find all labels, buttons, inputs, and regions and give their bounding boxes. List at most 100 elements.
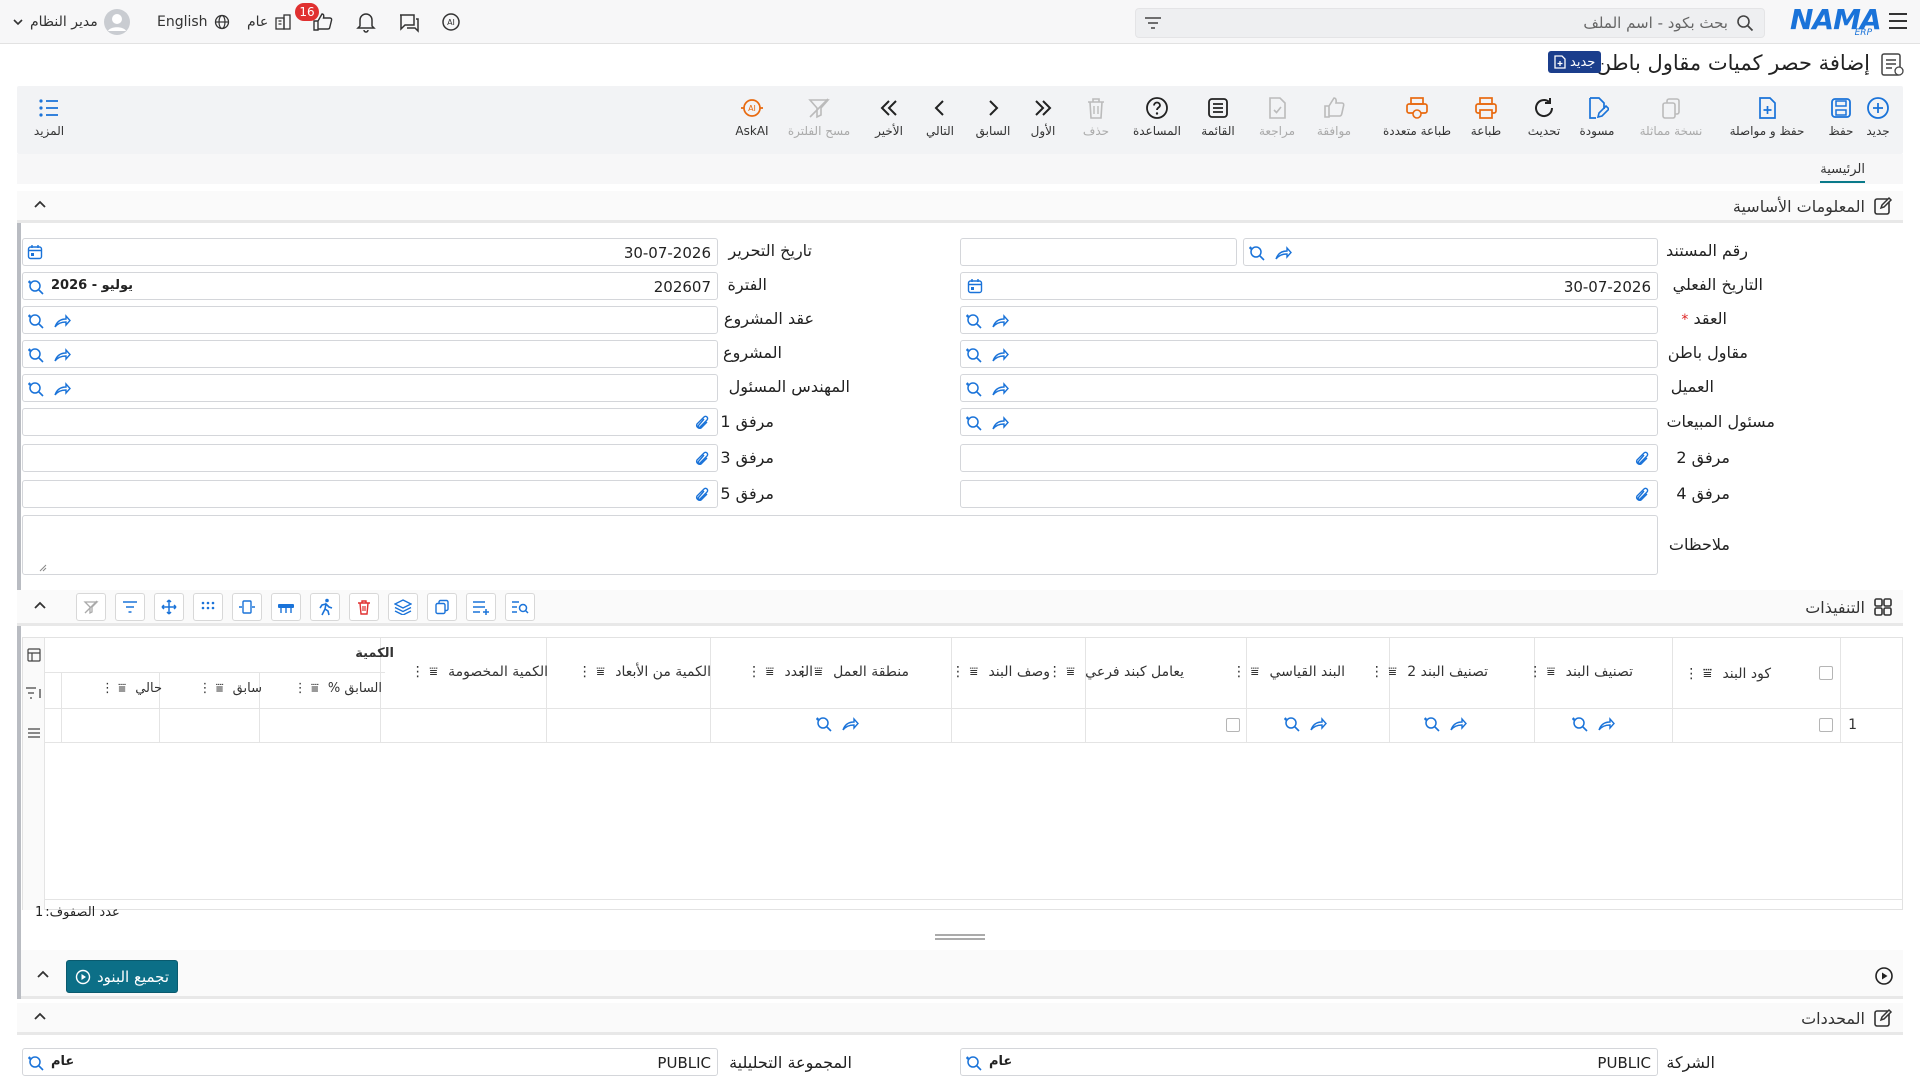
column-filter-icon[interactable]: ⩸ [1547, 664, 1556, 680]
nama-logo[interactable]: NAMA ERP [1790, 5, 1882, 39]
attach1-input[interactable] [22, 408, 718, 436]
clear-filter-button[interactable]: مسح الفلترة [784, 86, 854, 154]
project-contract-input[interactable] [22, 306, 718, 334]
column-menu-icon[interactable]: ⋮ [1370, 664, 1384, 680]
collapse-chevron-icon[interactable] [33, 1011, 47, 1021]
bell-icon[interactable] [356, 11, 376, 33]
share-arrow-icon[interactable] [991, 414, 1009, 432]
paperclip-icon[interactable] [693, 414, 711, 432]
search-field[interactable] [1135, 8, 1765, 38]
scope-switch[interactable]: عام [247, 10, 292, 34]
search-lookup-icon[interactable] [27, 380, 45, 398]
col-header-item-code[interactable]: كود البند ⩸ ⋮ [1684, 664, 1771, 682]
search-lookup-icon[interactable] [1248, 244, 1266, 262]
share-arrow-icon[interactable] [53, 346, 71, 364]
search-lookup-icon[interactable] [1283, 715, 1301, 733]
language-switch[interactable]: English [157, 10, 230, 34]
paperclip-icon[interactable] [1633, 450, 1651, 468]
column-menu-icon[interactable]: ⋮ [1232, 664, 1246, 680]
select-all-checkbox[interactable] [1819, 666, 1833, 680]
column-menu-icon[interactable]: ⋮ [411, 664, 425, 680]
ai-assistant-icon[interactable]: AI [440, 11, 462, 33]
more-button[interactable]: المزيد [26, 86, 72, 154]
column-menu-icon[interactable]: ⋮ [747, 664, 761, 680]
row-checkbox[interactable] [1819, 718, 1833, 732]
group-items-button[interactable]: تجميع البنود [66, 960, 179, 993]
column-filter-icon[interactable]: ⩸ [311, 681, 319, 696]
delete-button[interactable]: حذف [1076, 86, 1116, 154]
attach3-input[interactable] [22, 444, 718, 472]
subcontractor-input[interactable] [960, 340, 1658, 368]
doc-number-input[interactable] [1243, 238, 1658, 266]
tab-main[interactable]: الرئيسية [1820, 162, 1865, 183]
first-button[interactable]: الأول [1023, 86, 1063, 154]
grid-columns-button[interactable] [271, 593, 301, 621]
grid-search-button[interactable] [505, 593, 535, 621]
column-filter-icon[interactable]: ⩸ [814, 664, 823, 680]
column-filter-icon[interactable]: ⩸ [1703, 664, 1712, 682]
col-header-count[interactable]: العدد ⩸ ⋮ [747, 664, 813, 680]
grid-filter-button[interactable] [115, 593, 145, 621]
notes-textarea[interactable] [22, 515, 1658, 575]
column-filter-icon[interactable] [25, 686, 43, 700]
attach5-input[interactable] [22, 480, 718, 508]
sales-input[interactable] [960, 408, 1658, 436]
save-continue-button[interactable]: حفظ و مواصلة [1717, 86, 1817, 154]
column-menu-icon[interactable]: ⋮ [578, 664, 592, 680]
save-button[interactable]: حفظ [1823, 86, 1859, 154]
search-lookup-icon[interactable] [965, 312, 983, 330]
paperclip-icon[interactable] [693, 450, 711, 468]
col-header-standard-item[interactable]: البند القياسي ⩸ ⋮ [1232, 664, 1345, 680]
column-menu-icon[interactable]: ⋮ [1528, 664, 1542, 680]
share-arrow-icon[interactable] [1274, 244, 1292, 262]
edit-date-input[interactable]: 30-07-2026 [22, 238, 718, 266]
search-lookup-icon[interactable] [965, 1054, 983, 1072]
share-arrow-icon[interactable] [1449, 715, 1467, 733]
share-arrow-icon[interactable] [991, 380, 1009, 398]
search-lookup-icon[interactable] [27, 346, 45, 364]
grid-layers-button[interactable] [388, 593, 418, 621]
share-arrow-icon[interactable] [1597, 715, 1615, 733]
share-arrow-icon[interactable] [1309, 715, 1327, 733]
column-menu-icon[interactable]: ⋮ [1684, 666, 1698, 682]
copy-similar-button[interactable]: نسخة مماثلة [1631, 86, 1711, 154]
column-menu-icon[interactable]: ⋮ [101, 681, 114, 696]
calendar-icon[interactable] [27, 244, 43, 260]
column-menu-icon[interactable]: ⋮ [198, 681, 211, 696]
grid-fit-button[interactable] [232, 593, 262, 621]
column-filter-icon[interactable]: ⩸ [429, 664, 438, 680]
column-filter-icon[interactable]: ⩸ [1388, 664, 1397, 680]
draft-button[interactable]: مسودة [1572, 86, 1622, 154]
share-arrow-icon[interactable] [53, 380, 71, 398]
collapse-chevron-icon[interactable] [33, 199, 47, 209]
grid-delete-button[interactable] [349, 593, 379, 621]
refresh-button[interactable]: تحديث [1519, 86, 1569, 154]
help-button[interactable]: المساعدة [1127, 86, 1187, 154]
grid-copy-button[interactable] [427, 593, 457, 621]
search-lookup-icon[interactable] [27, 1054, 45, 1072]
search-lookup-icon[interactable] [965, 414, 983, 432]
search-lookup-icon[interactable] [965, 380, 983, 398]
doc-number-extra-input[interactable] [960, 238, 1237, 266]
resize-grip[interactable] [935, 934, 985, 940]
customer-input[interactable] [960, 374, 1658, 402]
attach2-input[interactable] [960, 444, 1658, 472]
filter-icon[interactable] [1144, 16, 1162, 30]
grid-density-button[interactable] [193, 593, 223, 621]
search-lookup-icon[interactable] [1571, 715, 1589, 733]
grid-add-row-button[interactable] [466, 593, 496, 621]
col-header-current[interactable]: حالي ⩸ ⋮ [101, 681, 162, 696]
period-input[interactable]: 202607 2026 - يوليو [22, 272, 718, 300]
treat-sub-checkbox[interactable] [1226, 718, 1240, 732]
paperclip-icon[interactable] [1633, 486, 1651, 504]
engineer-input[interactable] [22, 374, 718, 402]
col-header-item-class2[interactable]: تصنيف البند 2 ⩸ ⋮ [1370, 664, 1488, 680]
paperclip-icon[interactable] [693, 486, 711, 504]
resize-handle-icon[interactable] [39, 564, 47, 572]
share-arrow-icon[interactable] [991, 312, 1009, 330]
menu-lines-icon[interactable] [27, 727, 41, 739]
column-filter-icon[interactable]: ⩸ [969, 664, 978, 680]
last-button[interactable]: الأخير [866, 86, 912, 154]
share-arrow-icon[interactable] [841, 715, 859, 733]
col-header-treat-sub[interactable]: يعامل كبند فرعي ⩸ ⋮ [1048, 664, 1184, 680]
